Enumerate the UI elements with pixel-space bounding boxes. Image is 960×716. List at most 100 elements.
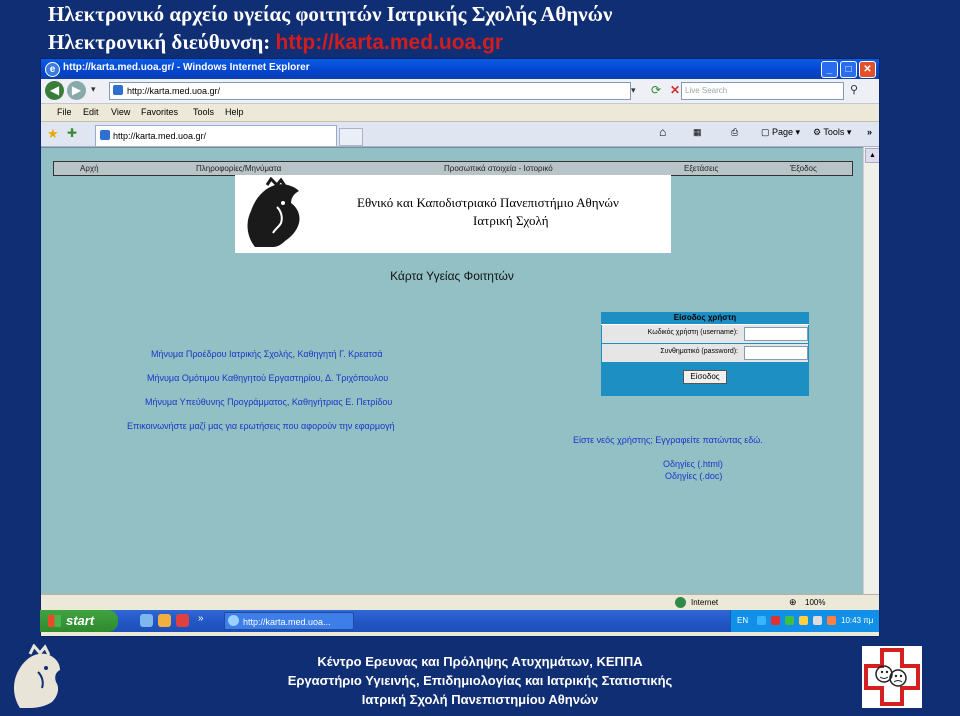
username-input[interactable] bbox=[744, 327, 808, 341]
menu-file[interactable]: File bbox=[57, 107, 72, 117]
browser-window: e http://karta.med.uoa.gr/ - Windows Int… bbox=[40, 58, 880, 637]
menu-help[interactable]: Help bbox=[225, 107, 244, 117]
ie-icon: e bbox=[45, 62, 60, 77]
tray-alert-icon[interactable] bbox=[827, 616, 836, 625]
university-banner: Εθνικό και Καποδιστριακό Πανεπιστήμιο Αθ… bbox=[235, 175, 671, 253]
taskbar-ie-window[interactable]: http://karta.med.uoa... bbox=[224, 612, 354, 630]
message-professor-link[interactable]: Μήνυμα Ομότιμου Καθηγητού Εργαστηρίου, Δ… bbox=[147, 373, 388, 383]
register-link[interactable]: Είστε νεός χρήστης; Εγγραφείτε πατώντας … bbox=[573, 435, 763, 445]
clock: 10:43 πμ bbox=[841, 616, 874, 625]
system-tray: EN 10:43 πμ bbox=[730, 610, 879, 632]
home-icon[interactable]: ⌂ bbox=[659, 125, 666, 139]
banner-university-name: Εθνικό και Καποδιστριακό Πανεπιστήμιο Αθ… bbox=[357, 195, 619, 210]
footer-line-1: Κέντρο Ερευνας και Πρόληψης Ατυχημάτων, … bbox=[317, 654, 643, 669]
tray-volume-icon[interactable] bbox=[813, 616, 822, 625]
more-chevron-icon[interactable]: » bbox=[867, 127, 872, 137]
page-title: Κάρτα Υγείας Φοιτητών bbox=[390, 269, 514, 283]
site-nav-exams[interactable]: Εξετάσεις bbox=[684, 162, 718, 175]
message-president-link[interactable]: Μήνυμα Προέδρου Ιατρικής Σχολής, Καθηγητ… bbox=[151, 349, 383, 359]
search-button[interactable]: ⚲ bbox=[845, 82, 863, 98]
quicklaunch-more-icon[interactable]: » bbox=[198, 613, 204, 624]
search-input[interactable]: Live Search bbox=[681, 82, 844, 100]
tab-bar: ★ ✚ http://karta.med.uoa.gr/ ⌂ ▦ ⎙ ▢ Pag… bbox=[41, 122, 879, 147]
forward-button[interactable]: ▶ bbox=[67, 81, 86, 100]
username-row: Κωδικός χρήστη (username): bbox=[602, 325, 808, 343]
quicklaunch-ie-icon[interactable] bbox=[140, 614, 153, 627]
message-program-link[interactable]: Μήνυμα Υπεύθυνης Προγράμματος, Καθηγήτρι… bbox=[145, 397, 392, 407]
quicklaunch-media-icon[interactable] bbox=[176, 614, 189, 627]
refresh-button[interactable]: ⟳ bbox=[648, 82, 664, 98]
address-dropdown[interactable]: ▾ bbox=[631, 82, 643, 98]
vertical-scrollbar[interactable]: ▲▼ bbox=[863, 147, 879, 617]
contact-link[interactable]: Επικοινωνήστε μαζί μας για ερωτήσεις που… bbox=[127, 421, 395, 431]
menu-edit[interactable]: Edit bbox=[83, 107, 99, 117]
address-toolbar: ◀ ▶ ▾ http://karta.med.uoa.gr/ ▾ ⟳ ✕ Liv… bbox=[41, 79, 879, 104]
menu-bar: File Edit View Favorites Tools Help bbox=[41, 104, 879, 122]
password-label: Συνθηματικό (password): bbox=[660, 348, 738, 355]
banner-school-name: Ιατρική Σχολή bbox=[473, 213, 549, 228]
tab-active[interactable]: http://karta.med.uoa.gr/ bbox=[95, 125, 337, 146]
page-menu[interactable]: ▢ Page ▾ bbox=[761, 127, 800, 138]
tray-network-icon[interactable] bbox=[757, 616, 766, 625]
print-icon[interactable]: ⎙ bbox=[731, 127, 738, 138]
zoom-icon: ⊕ bbox=[789, 597, 797, 607]
page-menu-label: Page bbox=[772, 127, 794, 137]
maximize-button[interactable]: □ bbox=[840, 61, 857, 78]
tray-app-icon[interactable] bbox=[799, 616, 808, 625]
taskbar: start » http://karta.med.uoa... EN 10:43… bbox=[40, 610, 879, 632]
tab-favicon-icon bbox=[100, 130, 110, 140]
keppa-cross-logo-icon bbox=[862, 646, 922, 708]
windows-flag-icon bbox=[48, 615, 61, 627]
athena-logo-icon bbox=[237, 177, 313, 251]
recent-pages-dropdown[interactable]: ▾ bbox=[91, 84, 96, 95]
help-html-link[interactable]: Οδηγίες (.html) bbox=[663, 459, 723, 469]
menu-tools[interactable]: Tools bbox=[193, 107, 214, 117]
minimize-button[interactable]: _ bbox=[821, 61, 838, 78]
menu-view[interactable]: View bbox=[111, 107, 130, 117]
site-nav-personal[interactable]: Προσωπικά στοιχεία - Ιστορικό bbox=[444, 162, 553, 175]
scroll-up-icon[interactable]: ▲ bbox=[865, 148, 879, 163]
close-button[interactable]: ✕ bbox=[859, 61, 876, 78]
page-viewport: Αρχή Πληροφορίες/Μηνύματα Προσωπικά στοι… bbox=[41, 147, 863, 618]
username-label: Κωδικός χρήστη (username): bbox=[647, 329, 738, 336]
internet-zone-icon bbox=[675, 597, 686, 608]
zoom-level[interactable]: 100% bbox=[805, 598, 825, 607]
tray-update-icon[interactable] bbox=[785, 616, 794, 625]
zone-text: Internet bbox=[691, 598, 719, 607]
site-nav-home[interactable]: Αρχή bbox=[80, 162, 99, 175]
address-bar[interactable]: http://karta.med.uoa.gr/ bbox=[109, 82, 631, 100]
slide-subtitle: Ηλεκτρονική διεύθυνση: http://karta.med.… bbox=[48, 30, 503, 55]
site-nav-logout[interactable]: Έξοδος bbox=[790, 162, 817, 175]
slide-title: Ηλεκτρονικό αρχείο υγείας φοιτητών Ιατρι… bbox=[48, 2, 613, 26]
page-favicon-icon bbox=[113, 85, 123, 95]
window-titlebar: e http://karta.med.uoa.gr/ - Windows Int… bbox=[41, 59, 879, 79]
login-button[interactable]: Είσοδος bbox=[683, 370, 727, 384]
subtitle-prefix: Ηλεκτρονική διεύθυνση: bbox=[48, 30, 276, 54]
window-title: http://karta.med.uoa.gr/ - Windows Inter… bbox=[63, 62, 310, 73]
footer-line-3: Ιατρική Σχολή Πανεπιστημίου Αθηνών bbox=[361, 692, 599, 707]
subtitle-url[interactable]: http://karta.med.uoa.gr bbox=[276, 31, 504, 54]
password-row: Συνθηματικό (password): bbox=[602, 344, 808, 362]
new-tab-button[interactable] bbox=[339, 128, 363, 146]
site-nav-info[interactable]: Πληροφορίες/Μηνύματα bbox=[196, 162, 281, 175]
favorites-star-icon[interactable]: ★ bbox=[47, 126, 59, 142]
tools-menu[interactable]: ⚙ Tools ▾ bbox=[813, 127, 851, 138]
address-text: http://karta.med.uoa.gr/ bbox=[127, 86, 221, 96]
quicklaunch-mail-icon[interactable] bbox=[158, 614, 171, 627]
menu-favorites[interactable]: Favorites bbox=[141, 107, 178, 117]
site-nav: Αρχή Πληροφορίες/Μηνύματα Προσωπικά στοι… bbox=[53, 161, 853, 176]
feeds-icon[interactable]: ▦ bbox=[693, 127, 702, 138]
status-bar: Internet ⊕ 100% bbox=[41, 594, 879, 611]
tab-label: http://karta.med.uoa.gr/ bbox=[113, 131, 207, 141]
tray-security-icon[interactable] bbox=[771, 616, 780, 625]
language-indicator[interactable]: EN bbox=[737, 616, 748, 625]
login-panel: Είσοδος χρήστη Κωδικός χρήστη (username)… bbox=[601, 312, 809, 396]
password-input[interactable] bbox=[744, 346, 808, 360]
footer-line-2: Εργαστήριο Υγιεινής, Επιδημιολογίας και … bbox=[287, 673, 673, 688]
add-favorite-icon[interactable]: ✚ bbox=[67, 126, 77, 140]
taskbar-ie-icon bbox=[228, 615, 239, 626]
back-button[interactable]: ◀ bbox=[45, 81, 64, 100]
tools-menu-label: Tools bbox=[823, 127, 845, 137]
login-title: Είσοδος χρήστη bbox=[601, 312, 809, 325]
help-doc-link[interactable]: Οδηγίες (.doc) bbox=[665, 471, 722, 481]
